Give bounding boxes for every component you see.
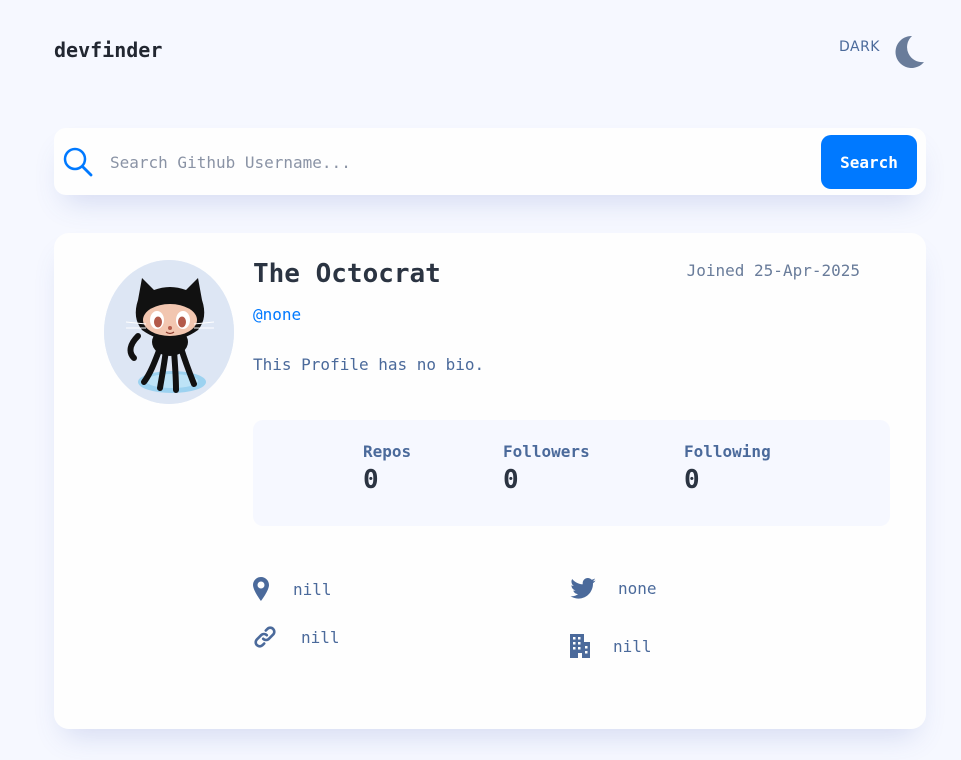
company-text: nill: [613, 636, 652, 656]
website-item[interactable]: nill: [253, 625, 340, 649]
stat-following: Following 0: [684, 442, 771, 495]
joined-date: Joined 25-Apr-2025: [686, 261, 860, 280]
profile-bio: This Profile has no bio.: [253, 355, 485, 374]
stat-followers: Followers 0: [503, 442, 590, 495]
moon-icon: [895, 35, 924, 68]
profile-card: The Octocrat Joined 25-Apr-2025 @none Th…: [54, 233, 926, 729]
stat-value: 0: [684, 465, 700, 495]
search-input[interactable]: [110, 144, 810, 180]
stats-panel: Repos 0 Followers 0 Following 0: [253, 420, 890, 526]
stat-label: Repos: [363, 442, 412, 461]
location-pin-icon: [253, 577, 269, 601]
profile-name: The Octocrat: [253, 259, 441, 289]
app-header: devfinder DARK: [54, 32, 926, 72]
theme-toggle-label: DARK: [838, 39, 880, 55]
profile-username-link[interactable]: @none: [253, 305, 301, 324]
theme-toggle[interactable]: DARK: [839, 32, 926, 72]
website-text: nill: [301, 627, 340, 647]
location-item: nill: [253, 576, 332, 602]
twitter-icon: [570, 578, 596, 599]
twitter-item[interactable]: none: [570, 578, 657, 599]
stat-value: 0: [503, 465, 519, 495]
search-bar: Search: [54, 128, 926, 195]
location-text: nill: [293, 579, 332, 599]
app-logo: devfinder: [54, 38, 163, 62]
twitter-text: none: [618, 579, 657, 598]
octocat-avatar: [104, 260, 234, 404]
stat-value: 0: [363, 465, 379, 495]
building-icon: [570, 634, 590, 658]
stat-label: Followers: [503, 442, 590, 461]
profile-avatar: [104, 260, 234, 404]
stat-repos: Repos 0: [363, 442, 411, 495]
company-item: nill: [570, 634, 652, 658]
search-button[interactable]: Search: [821, 135, 917, 189]
stat-label: Following: [684, 442, 771, 461]
link-icon: [254, 626, 276, 648]
search-icon: [63, 147, 93, 177]
